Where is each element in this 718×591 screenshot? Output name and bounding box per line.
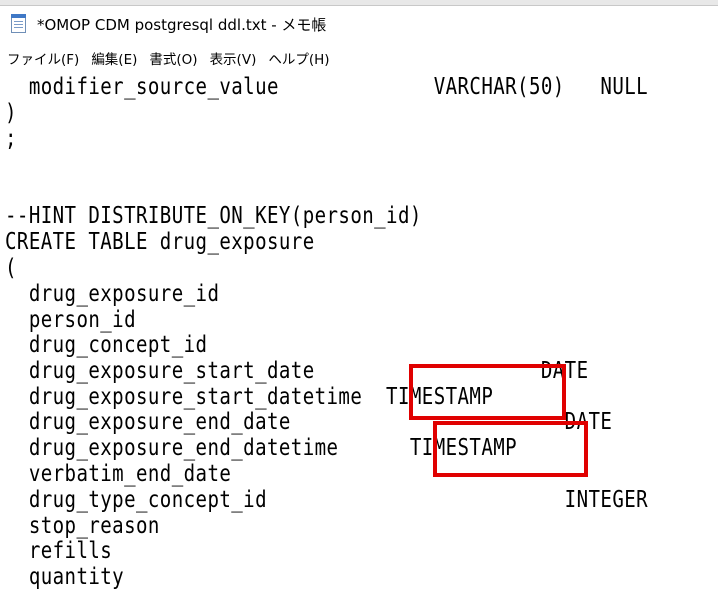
editor-line: stop_reason (5, 513, 160, 539)
highlight-box-start-datetime-timestamp (409, 364, 566, 420)
editor-line: ; (5, 126, 17, 152)
editor-line: refills (5, 538, 113, 564)
editor-line: drug_type_concept_id INTEGER (5, 487, 649, 513)
highlight-box-end-datetime-timestamp (433, 421, 588, 477)
window-title: *OMOP CDM postgresql ddl.txt - メモ帳 (37, 15, 327, 34)
editor-line: CREATE TABLE drug_exposure (5, 229, 315, 255)
menu-edit[interactable]: 編集(E) (86, 48, 142, 68)
menu-help[interactable]: ヘルプ(H) (263, 48, 334, 68)
menu-bar: ファイル(F) 編集(E) 書式(O) 表示(V) ヘルプ(H) (0, 44, 718, 72)
editor-line: quantity (5, 564, 125, 590)
title-bar: *OMOP CDM postgresql ddl.txt - メモ帳 (0, 6, 718, 42)
editor-line: drug_exposure_id (5, 281, 220, 307)
editor-line: ( (5, 255, 17, 281)
menu-format[interactable]: 書式(O) (144, 48, 202, 68)
menu-view[interactable]: 表示(V) (205, 48, 262, 68)
editor-line: modifier_source_value VARCHAR(50) NULL (5, 74, 649, 100)
notepad-icon (9, 13, 29, 35)
editor-line: verbatim_end_date (5, 461, 232, 487)
menu-file[interactable]: ファイル(F) (2, 48, 84, 68)
editor-line: ) (5, 100, 17, 126)
editor-line: person_id (5, 307, 136, 333)
editor-line: drug_concept_id (5, 332, 208, 358)
editor-line: --HINT DISTRIBUTE_ON_KEY(person_id) (5, 203, 422, 229)
text-editor-area[interactable]: modifier_source_value VARCHAR(50) NULL )… (0, 72, 718, 591)
